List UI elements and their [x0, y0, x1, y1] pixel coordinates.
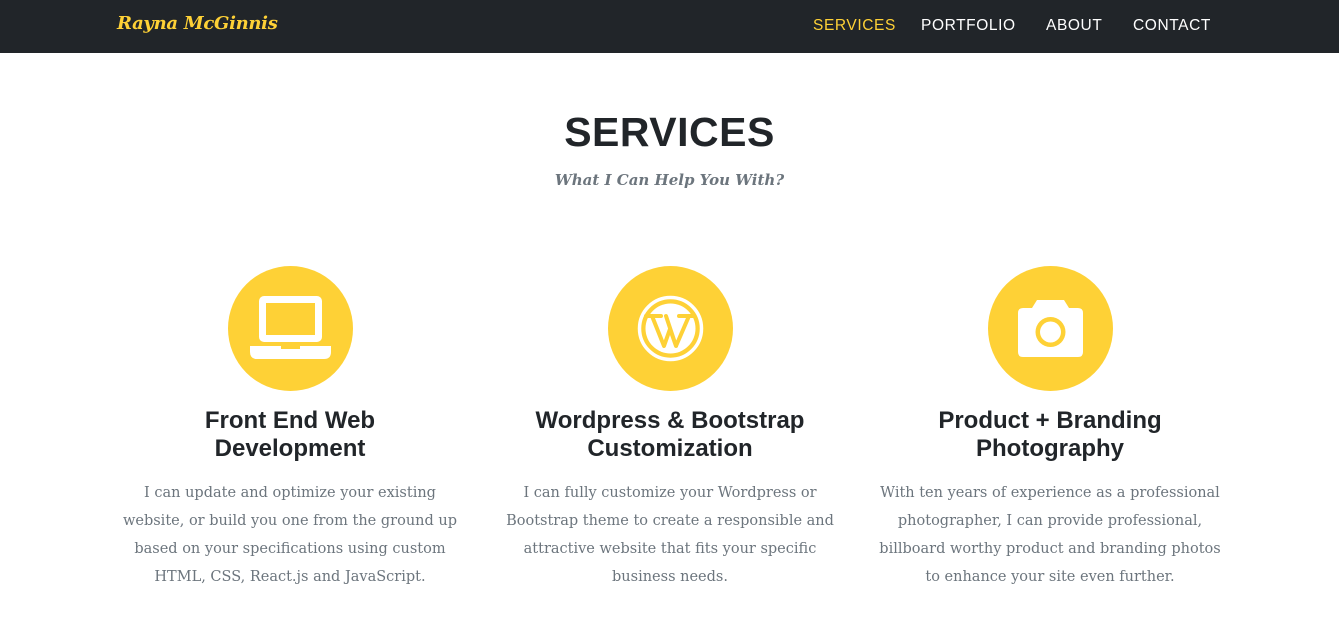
wordpress-icon — [637, 295, 703, 362]
services-heading: SERVICES — [564, 109, 775, 155]
service-icon-circle — [987, 266, 1113, 391]
service-description: I can fully customize your Wordpress or … — [506, 485, 834, 585]
navbar: Rayna McGinnis SERVICES PORTFOLIO ABOUT … — [0, 0, 1339, 53]
service-card-photography: Product + Branding Photography With ten … — [860, 266, 1240, 591]
services-subheading: What I Can Help You With? — [554, 171, 785, 189]
service-description: I can update and optimize your existing … — [122, 485, 458, 585]
service-title: Front End Web Development — [100, 407, 480, 463]
service-icon-circle — [227, 266, 353, 391]
nav-link-portfolio[interactable]: PORTFOLIO — [921, 17, 1016, 35]
service-description: With ten years of experience as a profes… — [879, 485, 1221, 585]
laptop-icon — [249, 296, 331, 359]
service-title: Wordpress & Bootstrap Customization — [480, 407, 860, 463]
nav-link-about[interactable]: ABOUT — [1046, 17, 1102, 35]
camera-icon — [1017, 300, 1083, 357]
service-title-line: Front End Web — [204, 407, 376, 434]
service-card-wordpress: Wordpress & Bootstrap Customization I ca… — [480, 266, 860, 591]
service-icon-circle — [607, 266, 733, 391]
service-title-line: Product + Branding — [938, 407, 1162, 434]
service-title-line: Development — [214, 435, 366, 462]
service-title-line: Wordpress & Bootstrap — [535, 407, 805, 434]
service-title-line: Photography — [976, 435, 1124, 462]
nav-links: SERVICES PORTFOLIO ABOUT CONTACT — [0, 17, 1339, 37]
service-title-line: Customization — [587, 435, 753, 462]
nav-link-contact[interactable]: CONTACT — [1133, 17, 1211, 35]
nav-link-services[interactable]: SERVICES — [813, 17, 896, 35]
service-card-web-development: Front End Web Development I can update a… — [100, 266, 480, 591]
service-title: Product + Branding Photography — [860, 407, 1240, 463]
